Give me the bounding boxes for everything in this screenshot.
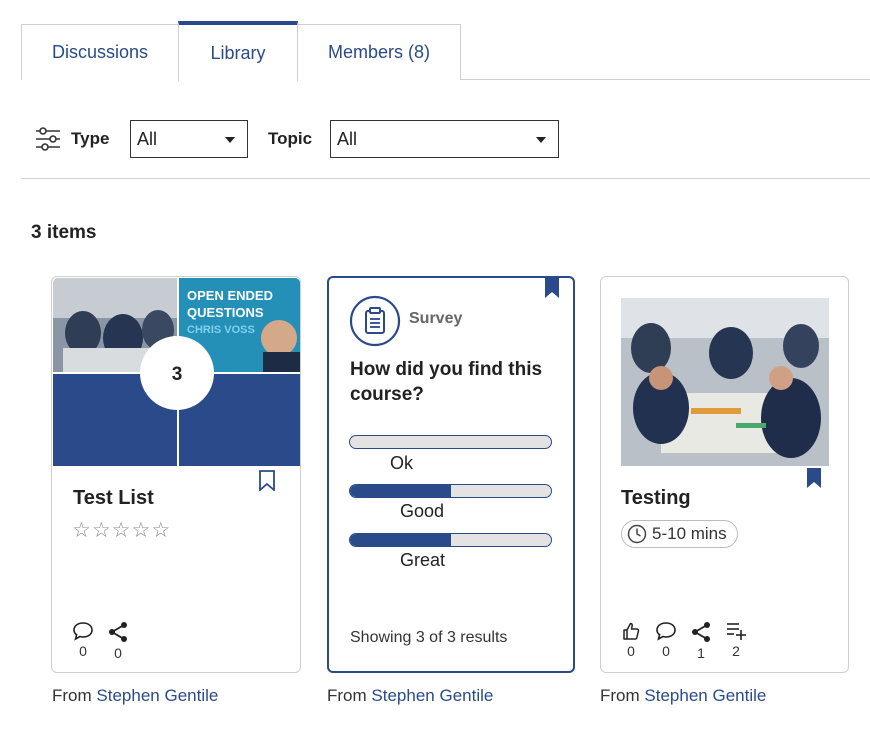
star-icon[interactable]: ☆ <box>92 519 112 542</box>
topic-select-value: All <box>337 128 358 149</box>
poll-bar-good <box>349 484 552 498</box>
library-card-survey[interactable]: Survey How did you find this course? Ok … <box>327 276 575 673</box>
from-prefix: From <box>52 686 92 705</box>
poll-bar-great <box>349 533 552 547</box>
comment-icon <box>73 622 93 641</box>
author-link[interactable]: Stephen Gentile <box>371 686 493 705</box>
playlist-add-icon <box>727 623 746 640</box>
tab-members[interactable]: Members (8) <box>297 24 461 80</box>
survey-type-label: Survey <box>409 310 463 327</box>
poll-bar-ok <box>349 435 552 449</box>
duration-badge: 5-10 mins <box>621 520 738 548</box>
star-icon[interactable]: ☆ <box>131 519 151 542</box>
card-title: Test List <box>73 487 154 509</box>
poster-subtext: CHRIS VOSS <box>187 324 255 336</box>
shares-stat[interactable]: 0 <box>105 621 131 661</box>
card-source: From Stephen Gentile <box>327 686 493 706</box>
author-link[interactable]: Stephen Gentile <box>96 686 218 705</box>
topic-filter-label: Topic <box>268 129 313 148</box>
tab-library[interactable]: Library <box>178 21 298 81</box>
tab-discussions[interactable]: Discussions <box>21 24 179 80</box>
comments-count: 0 <box>662 643 670 659</box>
type-select-value: All <box>137 128 158 149</box>
card-title: Testing <box>621 487 691 509</box>
filter-bar: Type All Topic All <box>21 118 870 178</box>
playlist-add-count: 2 <box>732 643 740 659</box>
type-filter-label: Type <box>71 129 110 148</box>
list-item-count-badge: 3 <box>172 364 183 385</box>
poll-bar-fill <box>350 485 451 497</box>
chevron-down-icon <box>225 137 235 143</box>
comments-count: 0 <box>79 643 87 659</box>
share-icon <box>109 622 127 642</box>
chevron-down-icon <box>536 137 546 143</box>
tab-label: Members (8) <box>327 42 430 62</box>
comment-icon <box>656 622 676 641</box>
library-card-testing[interactable]: Testing 5-10 mins 0 0 1 2 <box>600 276 849 673</box>
likes-count: 0 <box>627 643 635 659</box>
from-prefix: From <box>600 686 640 705</box>
filter-sliders-icon[interactable] <box>35 127 61 151</box>
survey-clipboard-icon <box>349 295 401 347</box>
poll-option-label[interactable]: Ok <box>390 453 413 474</box>
comments-stat[interactable]: 0 <box>70 621 96 659</box>
shares-count: 0 <box>114 645 122 661</box>
items-count: 3 items <box>31 222 97 243</box>
survey-question: How did you find this course? <box>350 359 543 405</box>
bookmark-icon[interactable] <box>259 470 275 491</box>
poster-text-line2: QUESTIONS <box>187 305 264 320</box>
poster-text-line1: OPEN ENDED <box>187 288 273 303</box>
topic-select[interactable]: All <box>330 120 559 158</box>
list-collage-image: OPEN ENDED QUESTIONS CHRIS VOSS 3 <box>53 278 300 466</box>
card-source: From Stephen Gentile <box>52 686 218 706</box>
tab-bar: Discussions Library Members (8) <box>21 21 870 81</box>
author-link[interactable]: Stephen Gentile <box>644 686 766 705</box>
card-source: From Stephen Gentile <box>600 686 766 706</box>
type-select[interactable]: All <box>130 120 248 158</box>
tab-label: Discussions <box>51 42 149 62</box>
library-card-list[interactable]: OPEN ENDED QUESTIONS CHRIS VOSS 3 Test L… <box>51 276 301 673</box>
thumbs-up-icon <box>623 622 640 640</box>
shares-stat[interactable]: 1 <box>688 621 714 661</box>
playlist-add-stat[interactable]: 2 <box>723 621 749 659</box>
list-thumbnail: OPEN ENDED QUESTIONS CHRIS VOSS 3 <box>53 278 300 466</box>
bookmark-filled-icon[interactable] <box>544 278 560 299</box>
star-rating[interactable]: ☆☆☆☆☆ <box>72 518 171 543</box>
comments-stat[interactable]: 0 <box>653 621 679 659</box>
star-icon[interactable]: ☆ <box>72 519 92 542</box>
star-icon[interactable]: ☆ <box>112 519 132 542</box>
survey-results-text: Showing 3 of 3 results <box>350 629 508 646</box>
shares-count: 1 <box>697 645 705 661</box>
testing-thumbnail-image <box>621 298 829 466</box>
poll-bar-fill <box>350 534 451 546</box>
duration-text: 5-10 mins <box>652 524 727 543</box>
likes-stat[interactable]: 0 <box>618 621 644 659</box>
from-prefix: From <box>327 686 367 705</box>
share-icon <box>692 622 710 642</box>
tab-label: Library <box>210 42 266 63</box>
divider <box>21 178 870 179</box>
bookmark-filled-icon[interactable] <box>806 468 822 489</box>
star-icon[interactable]: ☆ <box>151 519 171 542</box>
poll-option-label[interactable]: Great <box>400 550 445 571</box>
clock-icon <box>627 524 647 544</box>
poll-option-label[interactable]: Good <box>400 501 444 522</box>
